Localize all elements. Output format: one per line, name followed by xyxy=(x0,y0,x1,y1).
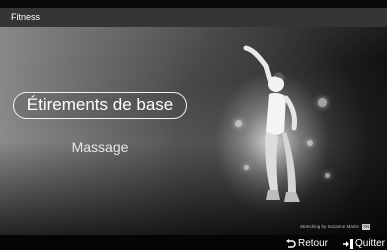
bottom-bar xyxy=(0,235,387,250)
title-bar xyxy=(0,8,387,27)
return-label: Retour xyxy=(298,238,329,249)
menu-item-label: Étirements de base xyxy=(26,95,174,114)
stretching-woman-illustration xyxy=(243,45,300,202)
tv-screen: Fitness Étirements de base Massage Stret… xyxy=(0,0,387,250)
menu-item-label: Massage xyxy=(71,139,129,155)
credit-badge: XN xyxy=(362,224,371,230)
image-credit: Stretching by Suzanne Martin XN xyxy=(300,224,371,230)
return-button[interactable]: Retour xyxy=(285,238,328,250)
menu-item-basic-stretching[interactable]: Étirements de base xyxy=(13,92,187,119)
exit-label: Quitter xyxy=(355,238,386,249)
exit-button[interactable]: Quitter xyxy=(342,238,385,250)
return-icon xyxy=(286,239,296,248)
app-title: Fitness xyxy=(11,12,41,22)
image-credit-text: Stretching by Suzanne Martin xyxy=(300,224,360,229)
exit-icon xyxy=(343,239,353,249)
menu-item-massage[interactable]: Massage xyxy=(13,135,187,159)
